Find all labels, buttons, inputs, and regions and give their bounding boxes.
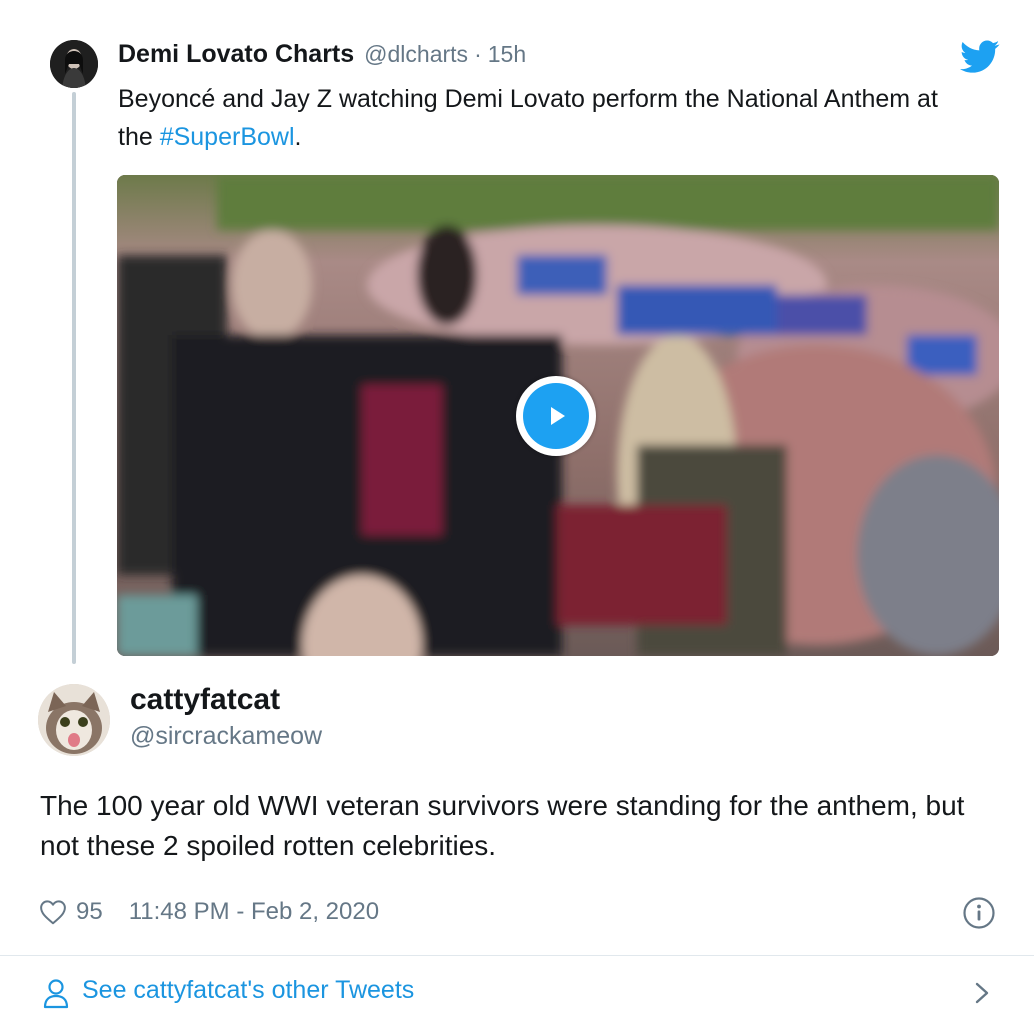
parent-text-end: . — [294, 123, 302, 151]
info-icon[interactable] — [962, 896, 996, 930]
parent-timestamp[interactable]: 15h — [488, 41, 526, 68]
see-other-tweets-link[interactable]: See cattyfatcat's other Tweets — [82, 976, 414, 1005]
author-name[interactable]: cattyfatcat — [130, 683, 280, 717]
parent-author-handle[interactable]: @dlcharts — [364, 41, 468, 68]
play-button[interactable] — [516, 376, 596, 456]
tweet-meta: 95 11:48 PM - Feb 2, 2020 — [38, 894, 379, 930]
see-other-tweets-row[interactable]: See cattyfatcat's other Tweets — [0, 956, 1034, 1030]
thread-line — [72, 92, 76, 664]
parent-avatar[interactable] — [50, 40, 98, 88]
author-handle[interactable]: @sircrackameow — [130, 722, 322, 751]
tweet-embed-card: Demi Lovato Charts @dlcharts · 15h Beyon… — [0, 0, 1034, 1030]
parent-header: Demi Lovato Charts @dlcharts · 15h — [118, 40, 526, 74]
parent-tweet-text: Beyoncé and Jay Z watching Demi Lovato p… — [118, 80, 978, 156]
like-count[interactable]: 95 — [76, 898, 103, 926]
play-icon — [523, 383, 589, 449]
heart-icon[interactable] — [38, 897, 68, 927]
author-avatar[interactable] — [38, 684, 110, 756]
dot-separator: · — [474, 41, 482, 67]
twitter-bird-icon[interactable] — [960, 40, 1000, 74]
tweet-timestamp[interactable]: 11:48 PM - Feb 2, 2020 — [129, 898, 379, 926]
person-icon — [43, 979, 69, 1009]
chevron-right-icon[interactable] — [970, 976, 994, 1010]
parent-author-name[interactable]: Demi Lovato Charts — [118, 40, 354, 69]
hashtag-link[interactable]: #SuperBowl — [160, 123, 295, 151]
tweet-text: The 100 year old WWI veteran survivors w… — [40, 790, 965, 861]
